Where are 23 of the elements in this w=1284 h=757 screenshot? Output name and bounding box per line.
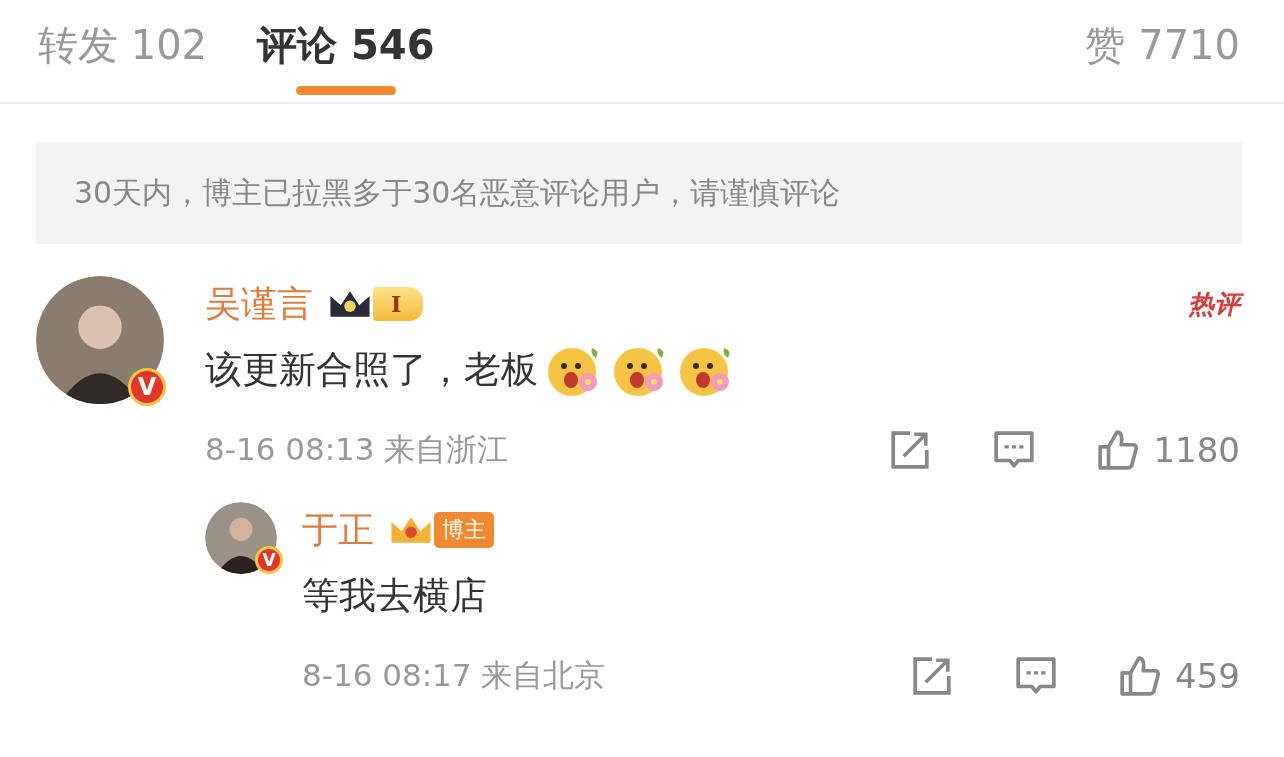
tab[interactable]: 转发 102 (38, 0, 208, 102)
comment-time: 8-16 08:17 来自北京 (302, 656, 606, 695)
share-icon[interactable] (889, 429, 932, 471)
thumbs-up-icon[interactable] (1097, 429, 1140, 471)
comment-text: 该更新合照了，老板 (205, 347, 538, 393)
share-icon[interactable] (911, 655, 954, 697)
notice-banner: 30天内，博主已拉黑多于30名恶意评论用户，请谨慎评论 (36, 142, 1242, 244)
verified-badge: V (128, 368, 166, 406)
comment-time: 8-16 08:13 来自浙江 (205, 430, 509, 469)
user-name[interactable]: 于正 (302, 505, 374, 555)
verified-badge: V (255, 546, 283, 574)
avatar (205, 502, 277, 574)
like-count: 459 (1175, 656, 1240, 696)
tab[interactable]: 评论 546 (257, 0, 435, 102)
comment-icon[interactable] (1015, 655, 1058, 697)
level-badge: I (373, 287, 424, 321)
comment-icon[interactable] (993, 429, 1036, 471)
blogger-badge: 博主 (434, 512, 494, 548)
user-name[interactable]: 吴谨言 (205, 279, 313, 329)
thumbs-up-icon[interactable] (1119, 655, 1162, 697)
comment-text: 等我去横店 (302, 573, 487, 619)
tab[interactable]: 赞 7710 (1085, 0, 1240, 102)
like-count: 1180 (1153, 430, 1240, 470)
